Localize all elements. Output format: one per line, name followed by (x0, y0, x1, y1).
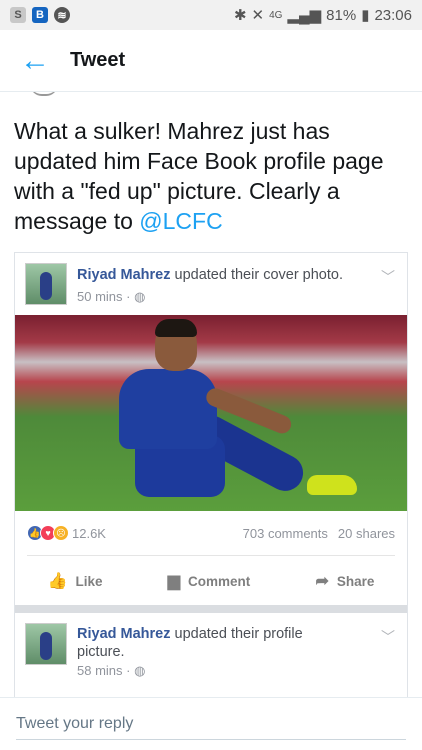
post-time-text: 58 mins · (77, 663, 135, 678)
clock: 23:06 (374, 6, 412, 24)
post-separator (15, 605, 407, 613)
comment-count[interactable]: 703 comments (243, 526, 328, 541)
like-button[interactable]: 👍 Like (48, 571, 103, 591)
bluetooth-icon: ✱ (233, 7, 247, 24)
b-app-icon: B (32, 7, 48, 23)
photo-figure-hair (155, 319, 197, 337)
share-label: Share (336, 573, 375, 589)
mention-link[interactable]: @LCFC (139, 208, 222, 234)
chevron-down-icon[interactable]: ﹀ (381, 267, 395, 287)
avatar[interactable] (25, 263, 67, 305)
facebook-embed[interactable]: Riyad Mahrez updated their cover photo. … (14, 252, 408, 697)
reply-underline (16, 739, 406, 740)
battery-icon: ▮ (361, 7, 370, 24)
tweet-detail: What a sulker! Mahrez just has updated h… (0, 92, 422, 697)
like-label: Like (75, 573, 103, 589)
reply-input[interactable]: Tweet your reply (16, 715, 133, 733)
author-name[interactable]: Riyad Mahrez (77, 267, 170, 283)
thumbs-up-icon: 👍 (47, 573, 68, 590)
post-author-line: Riyad Mahrez updated their profile pictu… (77, 625, 347, 661)
s-app-icon: S (10, 7, 26, 23)
comment-label: Comment (188, 573, 251, 589)
avatar[interactable] (25, 623, 67, 665)
post-time: 58 mins · ◍ (77, 663, 145, 679)
share-icon: ➦ (315, 573, 329, 590)
comment-icon: ▆ (167, 573, 180, 590)
sad-reaction-icon: ☹ (53, 525, 69, 541)
avatar-peek (30, 92, 58, 96)
battery-label: 81% (326, 6, 357, 24)
reaction-icons[interactable]: 👍 ♥ ☹ (27, 525, 69, 541)
photo-figure-body (119, 369, 217, 449)
post-actions: 👍 Like ▆ Comment ➦ Share (15, 565, 407, 597)
post-author-line: Riyad Mahrez updated their cover photo. (77, 267, 343, 283)
photo-figure-boot (307, 475, 357, 495)
app-bar: ← Tweet (0, 30, 422, 92)
comment-button[interactable]: ▆ Comment (168, 571, 251, 591)
share-count[interactable]: 20 shares (338, 526, 395, 541)
mute-icon: ✕ (251, 7, 265, 24)
post-action: updated their cover photo. (170, 267, 344, 283)
reaction-stats: 👍 ♥ ☹ 12.6K 703 comments 20 shares (15, 523, 407, 543)
second-post[interactable]: Riyad Mahrez updated their profile pictu… (15, 613, 407, 697)
spotify-icon: ≋ (54, 7, 70, 23)
page-title: Tweet (70, 49, 126, 71)
network-label: 4G (269, 9, 283, 21)
divider (27, 555, 395, 556)
post-time: 50 mins · ◍ (77, 289, 145, 305)
chevron-down-icon[interactable]: ﹀ (381, 627, 395, 647)
reply-bar[interactable]: Tweet your reply (0, 697, 422, 750)
globe-icon: ◍ (134, 289, 146, 304)
tweet-text: What a sulker! Mahrez just has updated h… (14, 116, 410, 236)
globe-icon: ◍ (134, 663, 146, 678)
back-arrow-icon[interactable]: ← (0, 30, 70, 92)
reaction-count: 12.6K (72, 525, 106, 541)
author-name[interactable]: Riyad Mahrez (77, 626, 170, 642)
cover-photo[interactable] (15, 315, 407, 511)
post-time-text: 50 mins · (77, 289, 135, 304)
signal-icon: ▂▄▆ (287, 7, 322, 24)
status-bar: S B ≋ ✱ ✕ 4G ▂▄▆ 81% ▮ 23:06 (0, 0, 422, 30)
post-header: Riyad Mahrez updated their cover photo. … (15, 253, 407, 315)
share-button[interactable]: ➦ Share (315, 571, 374, 591)
